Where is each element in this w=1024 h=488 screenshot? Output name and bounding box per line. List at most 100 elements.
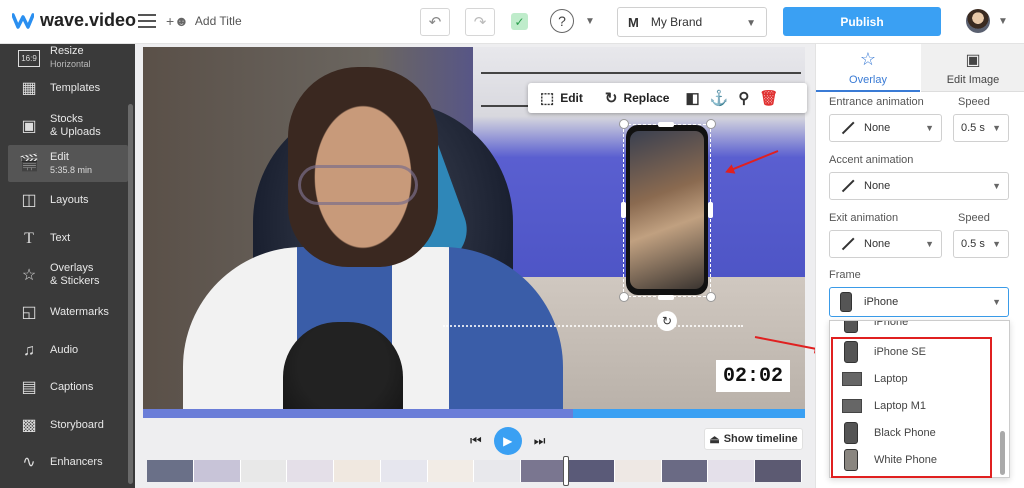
play-button[interactable]: ▶ [493,427,522,455]
play-icon: ▶ [503,434,513,448]
star-outline-icon: ☆ [859,48,877,69]
phone-overlay[interactable] [626,125,708,295]
sidebar-item-audio[interactable]: ♫ Audio [8,332,128,368]
anchor-icon[interactable]: ⚓ [710,89,729,107]
sidebar-item-label: Captions [50,380,94,393]
timeline-playhead[interactable] [563,456,569,486]
show-timeline-label: Show timeline [723,433,798,445]
entrance-speed-select[interactable]: 0.5 s ▼ [953,114,1009,142]
sidebar-item-storyboard[interactable]: ▩ Storyboard [8,407,128,443]
add-title-button[interactable]: +☻ Add Title [166,13,242,29]
accent-value: None [864,180,891,192]
delete-icon[interactable]: 🗑 [759,89,778,107]
frame-value: iPhone [864,296,899,308]
music-icon: ♫ [23,341,35,359]
tab-edit-image[interactable]: ▣ Edit Image [921,44,1024,92]
frame-select[interactable]: iPhone ▼ [829,287,1009,317]
dropdown-scrollbar[interactable] [1000,431,1005,475]
add-title-label: Add Title [194,14,242,28]
sidebar-item-label: Layouts [50,193,89,206]
text-icon: T [24,229,34,247]
sidebar-item-label: Enhancers [50,455,103,468]
edit-button[interactable]: ⬚ Edit [540,89,583,107]
sidebar-item-label: Watermarks [50,305,109,318]
publish-button[interactable]: Publish [783,7,941,36]
timeline-thumb [614,460,662,482]
sidebar-item-sublabel: Horizontal [50,59,91,69]
resize-handle[interactable] [658,122,674,127]
microphone [283,322,403,418]
sidebar-item-text[interactable]: T Text [8,220,128,256]
skip-forward-icon[interactable]: ⏭ [534,433,546,449]
chevron-down-icon[interactable]: ▼ [585,16,595,27]
logo[interactable]: wave.video [12,10,136,31]
entrance-animation-select[interactable]: None ▼ [829,114,942,142]
sidebar-scrollbar[interactable] [128,104,133,484]
timeline-thumb [240,460,288,482]
resize-handle[interactable] [708,202,713,218]
overlay-toolbar: ⬚ Edit ↻ Replace ◧ ⚓ ⚲ 🗑 [528,83,807,113]
timeline-strip[interactable] [147,460,802,482]
banner-line [481,72,801,74]
progress-fill [143,409,574,418]
glasses [298,165,418,205]
tab-label: Edit Image [946,73,1000,86]
sidebar-item-captions[interactable]: ▤ Captions [8,369,128,405]
resize-handle[interactable] [619,119,629,129]
exit-animation-select[interactable]: None ▼ [829,230,942,258]
resize-handle[interactable] [706,119,716,129]
sidebar-item-watermarks[interactable]: ◱ Watermarks [8,294,128,330]
sidebar-item-label: Text [50,231,71,244]
help-icon[interactable]: ? [550,9,574,33]
brand-select[interactable]: M My Brand ▼ [617,7,767,37]
waveform-icon: ∿ [22,453,36,471]
brand-initial: M [628,14,639,30]
watermark-icon: ◱ [21,303,37,321]
menu-icon[interactable] [138,14,156,28]
crop-icon: ⬚ [540,90,555,107]
undo-button[interactable]: ↶ [420,8,450,36]
sidebar-item-layouts[interactable]: ◫ Layouts [8,182,128,218]
timeline-thumb [380,460,428,482]
redo-button[interactable]: ↷ [465,8,495,36]
storyboard-icon: ▩ [21,416,37,434]
add-person-icon: +☻ [166,13,189,29]
entrance-animation-label: Entrance animation [829,96,924,108]
rotate-icon[interactable]: ↻ [657,311,677,331]
accent-animation-select[interactable]: None ▼ [829,172,1009,200]
replace-button[interactable]: ↻ Replace [605,89,670,107]
flip-icon[interactable]: ◧ [685,89,699,107]
image-icon: ▣ [21,117,37,135]
sidebar-item-label: Stocks [50,113,84,125]
skip-back-icon[interactable]: ⏮ [470,433,482,449]
sidebar-item-templates[interactable]: ▦ Templates [8,70,128,106]
sidebar-item-overlays[interactable]: ☆ Overlays & Stickers [8,257,128,293]
none-icon [838,119,856,137]
timeline-thumb [427,460,475,482]
resize-handle[interactable] [619,292,629,302]
sidebar-item-edit[interactable]: 🎬 Edit 5:35.8 min [8,145,128,182]
timer-overlay[interactable]: 02:02 [716,360,790,392]
exit-speed-select[interactable]: 0.5 s ▼ [953,230,1009,258]
undo-icon: ↶ [428,14,442,31]
timeline-thumb [755,460,802,482]
saved-check-icon: ✓ [511,13,528,30]
top-bar: wave.video +☻ Add Title ↶ ↷ ✓ ? ▼ M My B… [0,0,1024,44]
sidebar-item-label: Audio [50,343,79,356]
dropdown-item[interactable]: iPhone [830,321,1009,335]
shield-icon[interactable]: ⚲ [738,89,749,107]
sidebar-item-enhancers[interactable]: ∿ Enhancers [8,444,128,480]
sidebar-item-sublabel: & Uploads [50,126,101,138]
resize-handle[interactable] [621,202,626,218]
timeline-thumb [287,460,335,482]
chevron-down-icon: ▼ [925,123,934,133]
chevron-down-icon[interactable]: ▼ [998,16,1008,27]
sidebar-item-stocks[interactable]: ▣ Stocks & Uploads [8,108,128,144]
tab-label: Overlay [849,73,887,86]
tab-overlay[interactable]: ☆ Overlay [816,44,920,92]
resize-handle[interactable] [658,295,674,300]
resize-handle[interactable] [706,292,716,302]
avatar[interactable] [966,9,990,33]
show-timeline-button[interactable]: ⏏ Show timeline [704,428,803,450]
speed-label: Speed [958,212,990,224]
